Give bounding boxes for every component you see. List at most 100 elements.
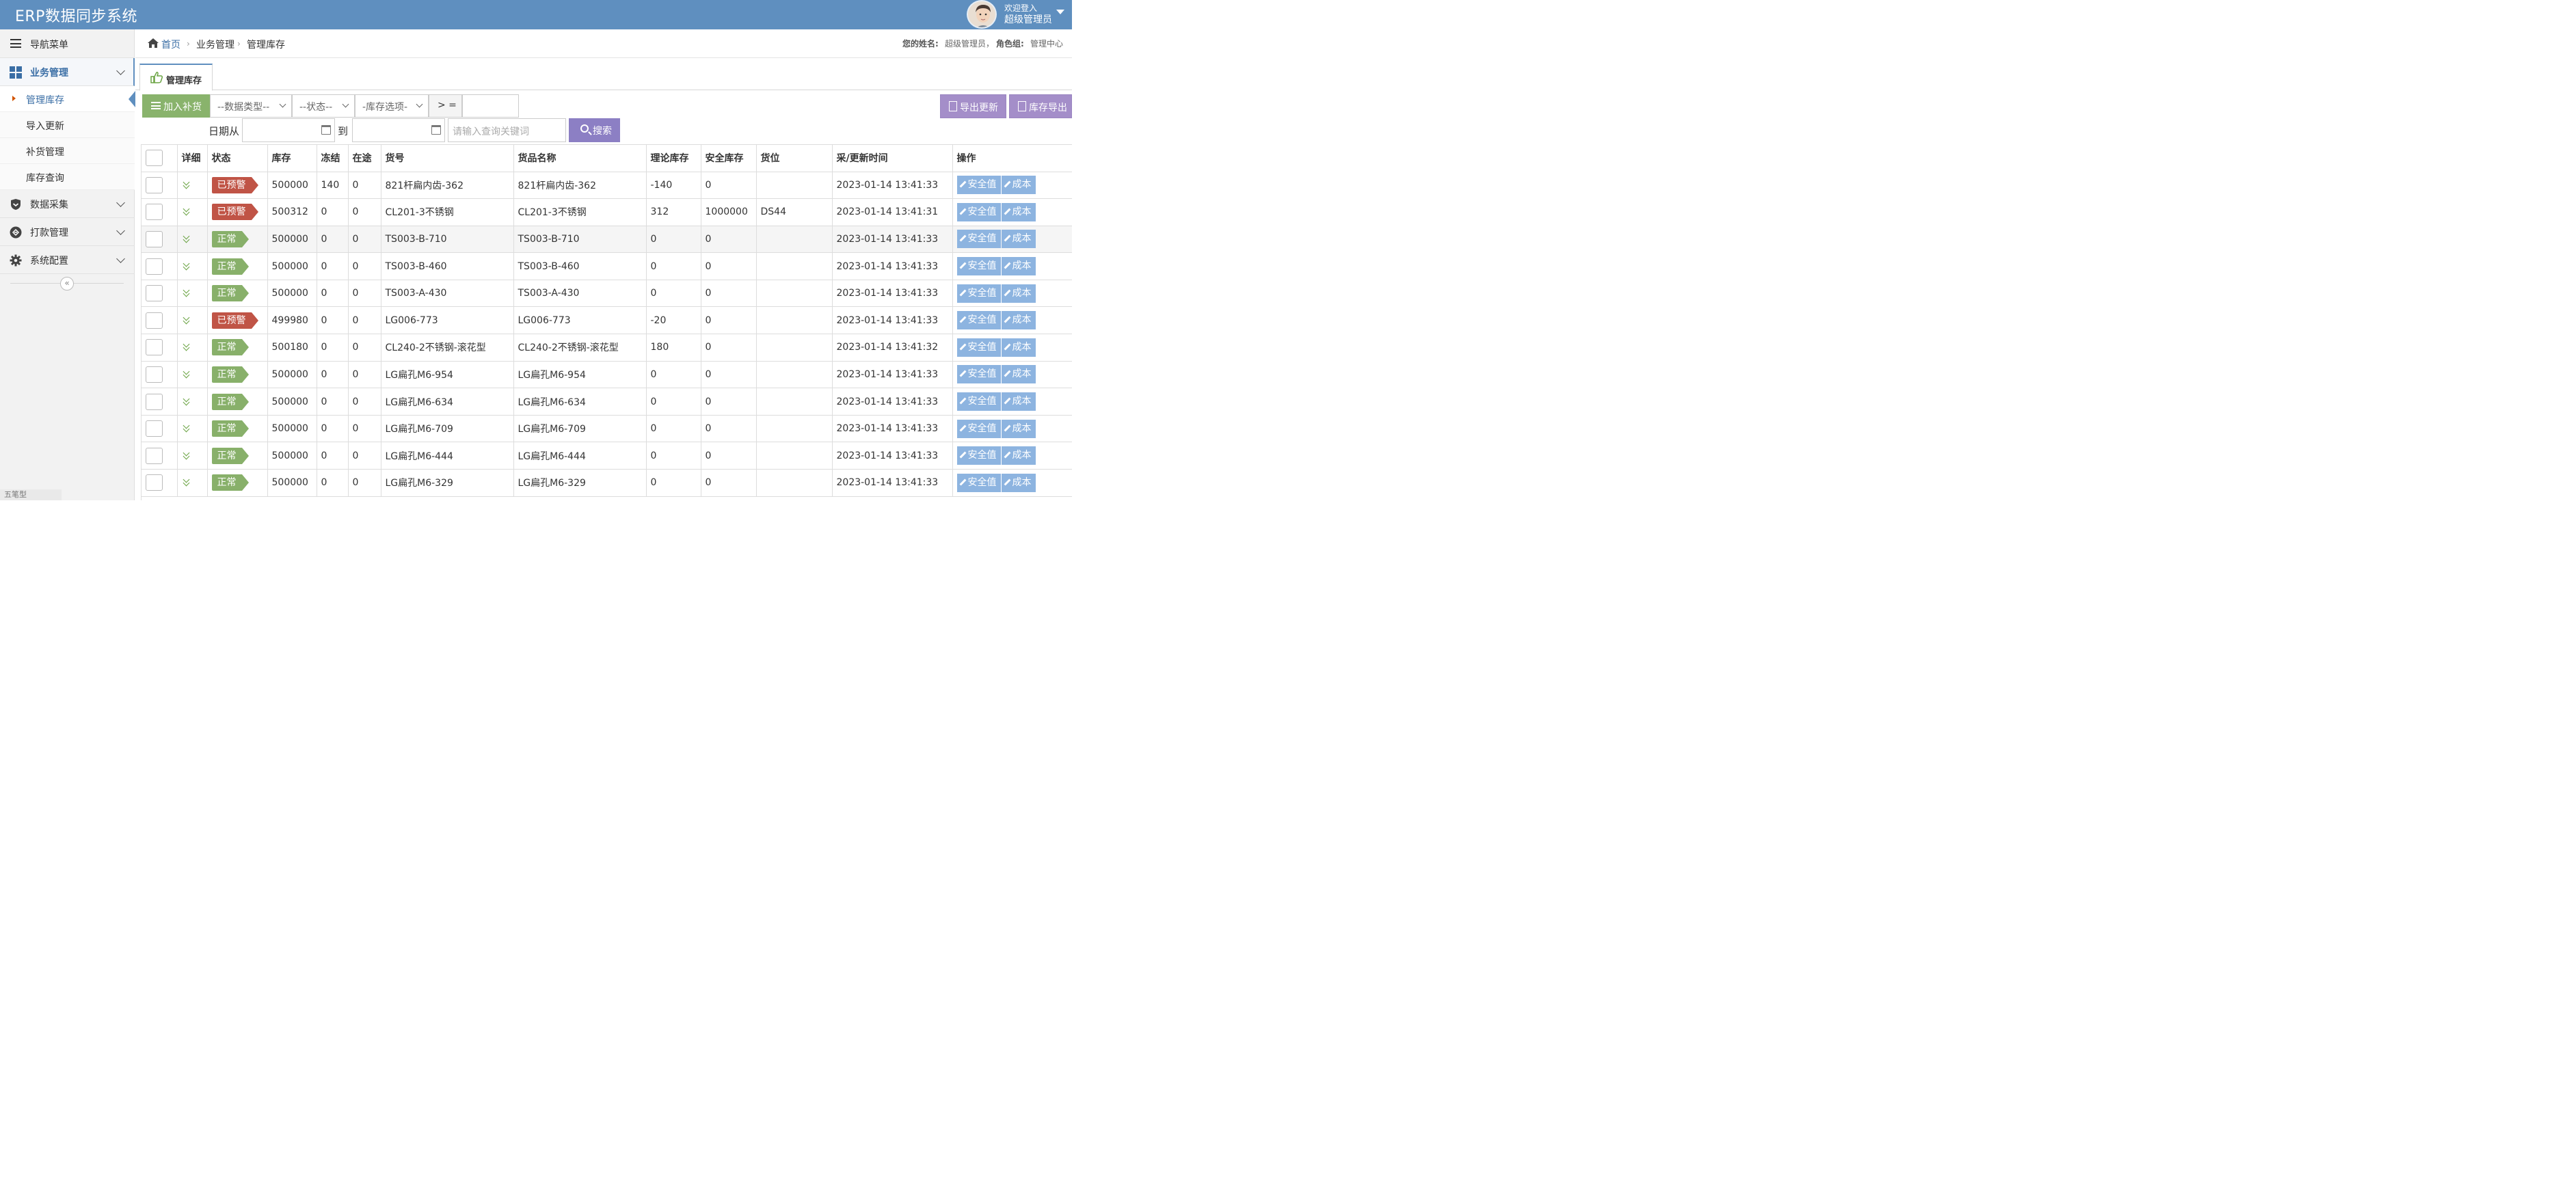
table-header-row: 详细 状态 库存 冻结 在途 货号 货品名称 理论库存 安全库存 货位 采/更新…: [142, 145, 1072, 172]
operator-box[interactable]: > =: [429, 94, 462, 118]
safe-value-button[interactable]: 安全值: [956, 473, 1001, 492]
status-select[interactable]: --状态--: [292, 94, 355, 118]
row-checkbox[interactable]: [146, 258, 163, 275]
select-all-checkbox[interactable]: [146, 150, 163, 167]
chevron-down-icon[interactable]: [1056, 10, 1064, 14]
row-checkbox[interactable]: [146, 447, 163, 464]
sidebar-group-business[interactable]: 业务管理: [0, 58, 135, 86]
cost-button[interactable]: 成本: [1001, 473, 1036, 492]
row-checkbox[interactable]: [146, 312, 163, 329]
expand-detail-icon[interactable]: [182, 395, 191, 407]
row-checkbox[interactable]: [146, 204, 163, 221]
date-to-input[interactable]: [352, 118, 445, 142]
safe-value-button[interactable]: 安全值: [956, 257, 1001, 276]
row-name: TS003-A-430: [513, 280, 647, 308]
row-stock: 500000: [267, 415, 317, 443]
cost-button[interactable]: 成本: [1001, 202, 1036, 221]
sidebar-item-restock[interactable]: 补货管理: [0, 138, 135, 164]
row-checkbox[interactable]: [146, 393, 163, 410]
sidebar-item-stock-query[interactable]: 库存查询: [0, 164, 135, 190]
expand-detail-icon[interactable]: [182, 476, 191, 487]
safe-value-button[interactable]: 安全值: [956, 392, 1001, 411]
cost-button[interactable]: 成本: [1001, 257, 1036, 276]
safe-value-label: 安全值: [967, 206, 997, 217]
cost-button[interactable]: 成本: [1001, 365, 1036, 384]
cost-button[interactable]: 成本: [1001, 392, 1036, 411]
row-checkbox[interactable]: [146, 366, 163, 383]
row-detail-cell: [177, 280, 208, 308]
row-checkbox[interactable]: [146, 339, 163, 356]
export-stock-button[interactable]: 库存导出: [1009, 94, 1072, 118]
row-checkbox[interactable]: [146, 285, 163, 302]
chevron-down-icon: [116, 254, 125, 263]
export-stock-label: 库存导出: [1029, 103, 1067, 113]
add-restock-button[interactable]: 加入补货: [142, 94, 210, 118]
expand-detail-icon[interactable]: [182, 286, 191, 298]
keyword-search-input[interactable]: 请输入查询关键词: [448, 118, 566, 142]
data-type-select[interactable]: --数据类型--: [210, 94, 292, 118]
cost-button[interactable]: 成本: [1001, 176, 1036, 195]
cost-button[interactable]: 成本: [1001, 419, 1036, 438]
breadcrumb-home[interactable]: 首页: [161, 38, 180, 51]
expand-detail-icon[interactable]: [182, 368, 191, 379]
sidebar-group-payment[interactable]: 打款管理: [0, 218, 135, 246]
safe-value-button[interactable]: 安全值: [956, 311, 1001, 330]
safe-value-button[interactable]: 安全值: [956, 202, 1001, 221]
row-checkbox[interactable]: [146, 230, 163, 247]
expand-detail-icon[interactable]: [182, 422, 191, 433]
expand-detail-icon[interactable]: [182, 178, 191, 190]
row-actions-cell: 安全值 成本: [952, 415, 1072, 443]
col-frozen: 冻结: [317, 145, 349, 172]
expand-detail-icon[interactable]: [182, 260, 191, 271]
expand-detail-icon[interactable]: [182, 340, 191, 352]
expand-detail-icon[interactable]: [182, 232, 191, 244]
sidebar-group-data-collect[interactable]: 数据采集: [0, 190, 135, 218]
row-checkbox[interactable]: [146, 420, 163, 437]
stock-option-select[interactable]: -库存选项-: [355, 94, 429, 118]
cost-button[interactable]: 成本: [1001, 446, 1036, 465]
sidebar-group-system-config[interactable]: 系统配置: [0, 246, 135, 274]
row-detail-cell: [177, 361, 208, 389]
safe-value-button[interactable]: 安全值: [956, 446, 1001, 465]
menu-icon: [10, 39, 21, 48]
safe-value-button[interactable]: 安全值: [956, 419, 1001, 438]
row-theory: 0: [646, 442, 701, 470]
stock-value-input[interactable]: [462, 94, 519, 118]
safe-value-label: 安全值: [967, 341, 997, 353]
row-frozen: 0: [317, 334, 349, 362]
nav-menu-header[interactable]: 导航菜单: [0, 29, 135, 58]
sidebar-group-label: 系统配置: [30, 256, 68, 267]
cost-button[interactable]: 成本: [1001, 230, 1036, 249]
cost-button[interactable]: 成本: [1001, 311, 1036, 330]
expand-detail-icon[interactable]: [182, 314, 191, 325]
row-actions-cell: 安全值 成本: [952, 306, 1072, 335]
safe-value-button[interactable]: 安全值: [956, 230, 1001, 249]
safe-value-button[interactable]: 安全值: [956, 284, 1001, 303]
safe-value-button[interactable]: 安全值: [956, 365, 1001, 384]
safe-value-button[interactable]: 安全值: [956, 176, 1001, 195]
row-checkbox[interactable]: [146, 474, 163, 491]
search-button[interactable]: 搜索: [569, 118, 620, 142]
cost-button[interactable]: 成本: [1001, 284, 1036, 303]
user-name[interactable]: 超级管理员: [1004, 12, 1052, 26]
row-location: [756, 306, 833, 335]
sidebar-item-manage-stock[interactable]: 管理库存: [0, 86, 135, 112]
sidebar-item-label: 库存查询: [26, 173, 64, 184]
expand-detail-icon[interactable]: [182, 205, 191, 217]
tab-manage-stock[interactable]: 管理库存: [139, 64, 213, 91]
avatar[interactable]: [967, 0, 997, 29]
cost-button[interactable]: 成本: [1001, 338, 1036, 357]
row-detail-cell: [177, 469, 208, 497]
expand-detail-icon[interactable]: [182, 449, 191, 461]
row-transit: 0: [348, 172, 381, 200]
date-from-input[interactable]: [242, 118, 335, 142]
sidebar-item-import-update[interactable]: 导入更新: [0, 112, 135, 138]
cost-label: 成本: [1012, 287, 1032, 299]
row-checkbox[interactable]: [146, 176, 163, 193]
row-frozen: 0: [317, 252, 349, 280]
export-update-button[interactable]: 导出更新: [940, 94, 1006, 118]
collapse-sidebar-button[interactable]: «: [60, 277, 74, 290]
row-stock: 500000: [267, 226, 317, 254]
breadcrumb-business[interactable]: 业务管理: [196, 38, 234, 51]
safe-value-button[interactable]: 安全值: [956, 338, 1001, 357]
